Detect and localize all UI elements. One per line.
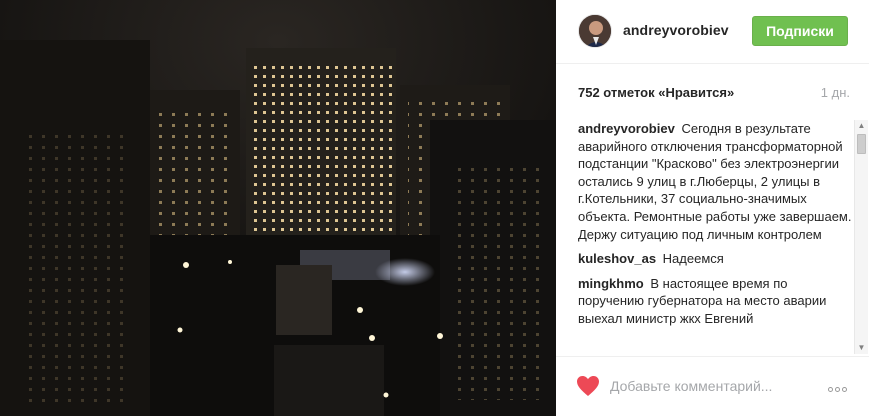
comments-scrollbar[interactable]: ▲ ▼ (854, 120, 868, 354)
night-city-photo (0, 0, 556, 416)
follow-button[interactable]: Подписки (752, 16, 848, 46)
dot-icon (841, 387, 847, 392)
comment-author[interactable]: andreyvorobiev (578, 121, 675, 136)
more-options-icon[interactable] (824, 379, 850, 393)
comment-item: kuleshov_as Надеемся (578, 250, 852, 268)
scroll-up-icon[interactable]: ▲ (855, 120, 868, 132)
likes-row: 752 отметок «Нравится» 1 дн. (578, 85, 850, 105)
post-age[interactable]: 1 дн. (821, 85, 850, 100)
post-photo[interactable] (0, 0, 556, 416)
avatar[interactable] (578, 14, 612, 48)
comment-author[interactable]: mingkhmo (578, 276, 644, 291)
post-footer (556, 356, 869, 416)
comment-input[interactable] (610, 374, 810, 398)
comment-text: Сегодня в результате аварийного отключен… (578, 121, 852, 242)
likes-count[interactable]: 752 отметок «Нравится» (578, 85, 734, 100)
scroll-down-icon[interactable]: ▼ (855, 342, 868, 354)
comments-list[interactable]: andreyvorobiev Сегодня в результате авар… (578, 120, 852, 356)
scrollbar-thumb[interactable] (857, 134, 866, 154)
post-header: andreyvorobiev Подписки (556, 0, 869, 64)
comment-item: andreyvorobiev Сегодня в результате авар… (578, 120, 852, 243)
author-username[interactable]: andreyvorobiev (623, 22, 729, 38)
comment-author[interactable]: kuleshov_as (578, 251, 656, 266)
avatar-icon (579, 15, 611, 47)
dot-icon (827, 387, 833, 392)
comment-text: Надеемся (662, 251, 724, 267)
heart-icon[interactable] (576, 375, 600, 397)
dot-icon (834, 387, 840, 392)
post-sidebar: andreyvorobiev Подписки 752 отметок «Нра… (556, 0, 869, 416)
comment-item: mingkhmo В настоящее время по поручению … (578, 275, 852, 328)
